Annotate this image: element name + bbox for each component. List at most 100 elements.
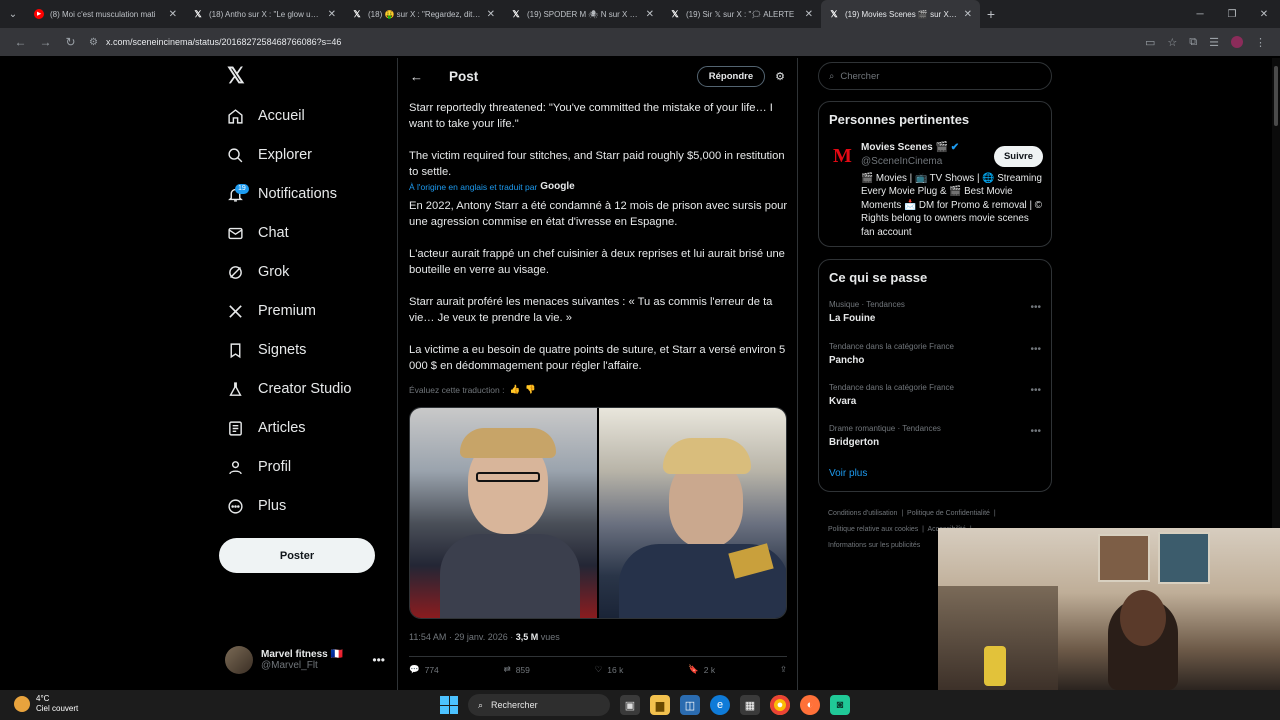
close-icon[interactable]: ✕ bbox=[964, 9, 972, 20]
profile-avatar[interactable] bbox=[1231, 36, 1243, 48]
post-timestamp[interactable]: 11:54 AM · 29 janv. 2026 · bbox=[409, 632, 516, 642]
tab-title: (18) Antho sur X : "Le glow up d bbox=[209, 9, 322, 19]
nav-item-premium[interactable]: Premium bbox=[227, 297, 316, 325]
url-field[interactable]: ⚙ x.com/sceneincinema/status/20168272584… bbox=[89, 31, 1145, 53]
nav-item-grok[interactable]: Grok bbox=[227, 258, 289, 286]
trend-item[interactable]: Musique · Tendances La Fouine ••• bbox=[829, 300, 1043, 324]
repost-action[interactable]: ⇄ 859 bbox=[504, 664, 530, 675]
firefox-icon[interactable]: ◐ bbox=[800, 695, 820, 715]
cast-icon[interactable]: ▭ bbox=[1145, 36, 1155, 49]
close-icon[interactable]: ✕ bbox=[487, 9, 495, 20]
minimize-icon[interactable]: ─ bbox=[1184, 0, 1216, 28]
new-tab-button[interactable]: + bbox=[980, 6, 1002, 22]
back-icon[interactable]: ← bbox=[8, 35, 33, 49]
photo-homelander[interactable] bbox=[599, 408, 786, 618]
browser-tab[interactable]: 𝕏 (18) Antho sur X : "Le glow up d ✕ bbox=[185, 0, 344, 28]
close-icon[interactable]: ✕ bbox=[328, 9, 336, 20]
trend-name: Pancho bbox=[829, 355, 865, 366]
footer-link[interactable]: Politique de Confidentialité bbox=[907, 510, 990, 517]
share-icon[interactable]: ⇪ bbox=[780, 664, 787, 675]
rate-label: Évaluez cette traduction : bbox=[409, 384, 505, 395]
bookmark-action[interactable]: 🔖 2 k bbox=[688, 664, 715, 675]
app-icon[interactable]: ▦ bbox=[740, 695, 760, 715]
nav-item-bookmarks[interactable]: Signets bbox=[227, 336, 306, 364]
browser-tab[interactable]: 𝕏 (18) 🤑 sur X : "Regardez, dites ✕ bbox=[344, 0, 503, 28]
browser-tab[interactable]: ▶ (8) Moi c'est musculation mati ✕ bbox=[26, 0, 185, 28]
nav-item-chat[interactable]: Chat bbox=[227, 219, 289, 247]
trend-item[interactable]: Tendance dans la catégorie France Kvara … bbox=[829, 383, 1043, 407]
tab-search-button[interactable]: ⌄ bbox=[0, 0, 26, 28]
trend-item[interactable]: Tendance dans la catégorie France Pancho… bbox=[829, 342, 1043, 366]
cam-poster bbox=[1158, 532, 1210, 584]
close-icon[interactable]: ✕ bbox=[646, 9, 654, 20]
post-media[interactable] bbox=[409, 407, 787, 619]
nav-item-notifications[interactable]: 19 Notifications bbox=[227, 180, 337, 208]
windows-start-icon[interactable] bbox=[440, 696, 458, 714]
more-dots-icon[interactable]: ••• bbox=[1030, 302, 1041, 313]
trend-item[interactable]: Drame romantique · Tendances Bridgerton … bbox=[829, 424, 1043, 448]
nav-label: Notifications bbox=[258, 186, 337, 202]
reply-action[interactable]: 💬 774 bbox=[409, 664, 439, 675]
photo-hair bbox=[460, 428, 556, 458]
search-input[interactable]: ⌕ Chercher bbox=[818, 62, 1052, 90]
close-icon[interactable]: ✕ bbox=[805, 9, 813, 20]
settings-sliders-icon[interactable]: ⚙ bbox=[775, 70, 785, 83]
more-dots-icon[interactable]: ••• bbox=[1030, 426, 1041, 437]
account-switcher[interactable]: Marvel fitness 🇫🇷 @Marvel_Flt ••• bbox=[225, 644, 385, 676]
relevant-people-card: Personnes pertinentes M Movies Scenes 🎬 … bbox=[818, 101, 1052, 247]
footer-link[interactable]: Conditions d'utilisation bbox=[828, 510, 897, 517]
footer-link[interactable]: Politique relative aux cookies bbox=[828, 526, 918, 533]
like-action[interactable]: ♡ 16 k bbox=[595, 664, 624, 675]
follow-button[interactable]: Suivre bbox=[993, 146, 1043, 167]
tab-title: (19) SPODER M 🕷 N sur X : "Ah bbox=[527, 9, 640, 19]
app-icon[interactable]: ◙ bbox=[830, 695, 850, 715]
site-info-icon[interactable]: ⚙ bbox=[89, 37, 98, 48]
nav-item-more[interactable]: Plus bbox=[227, 492, 286, 520]
file-explorer-icon[interactable]: ▆ bbox=[650, 695, 670, 715]
nav-item-home[interactable]: Accueil bbox=[227, 102, 305, 130]
browser-tab[interactable]: 𝕏 (19) SPODER M 🕷 N sur X : "Ah ✕ bbox=[503, 0, 662, 28]
store-icon[interactable]: ◫ bbox=[680, 695, 700, 715]
webcam-overlay bbox=[938, 528, 1280, 690]
nav-item-articles[interactable]: Articles bbox=[227, 414, 306, 442]
see-more-link[interactable]: Voir plus bbox=[829, 468, 867, 479]
x-logo-icon[interactable]: 𝕏 bbox=[227, 65, 247, 87]
extensions-icon[interactable]: ⧉ bbox=[1189, 36, 1197, 49]
translation-notice[interactable]: À l'origine en anglais et traduit par Go… bbox=[409, 181, 575, 192]
reload-icon[interactable]: ↻ bbox=[58, 35, 83, 49]
thumbs-down-icon[interactable]: 👎 bbox=[525, 384, 536, 395]
nav-item-explore[interactable]: Explorer bbox=[227, 141, 312, 169]
close-icon[interactable]: ✕ bbox=[169, 9, 177, 20]
bookmarks-count: 2 k bbox=[703, 664, 716, 675]
maximize-icon[interactable]: ❐ bbox=[1216, 0, 1248, 28]
browser-tab-active[interactable]: 𝕏 (19) Movies Scenes 🎬 sur X : "S ✕ bbox=[821, 0, 980, 28]
more-dots-icon[interactable]: ••• bbox=[1030, 344, 1041, 355]
browser-menu-icon[interactable]: ⋮ bbox=[1255, 36, 1266, 49]
nav-item-creator-studio[interactable]: Creator Studio bbox=[227, 375, 352, 403]
back-arrow-icon[interactable]: ← bbox=[410, 69, 423, 84]
task-view-icon[interactable]: ▣ bbox=[620, 695, 640, 715]
post-button[interactable]: Poster bbox=[219, 538, 375, 573]
browser-toolbar-icons: ▭ ☆ ⧉ ☰ ⋮ bbox=[1145, 36, 1266, 49]
bookmark-star-icon[interactable]: ☆ bbox=[1167, 36, 1177, 49]
weather-widget[interactable]: 4°C Ciel couvert bbox=[14, 694, 78, 714]
nav-item-profile[interactable]: Profil bbox=[227, 453, 291, 481]
reply-button[interactable]: Répondre bbox=[696, 65, 766, 87]
forward-icon[interactable]: → bbox=[33, 35, 58, 49]
scrollbar-thumb[interactable] bbox=[1274, 66, 1278, 126]
footer-link[interactable]: Informations sur les publicités bbox=[828, 542, 920, 549]
likes-count: 16 k bbox=[607, 664, 624, 675]
chrome-icon[interactable]: ● bbox=[770, 695, 790, 715]
photo-red-carpet[interactable] bbox=[410, 408, 597, 618]
close-window-icon[interactable]: ✕ bbox=[1248, 0, 1280, 28]
photo-glasses bbox=[476, 472, 540, 482]
more-dots-icon[interactable]: ••• bbox=[372, 653, 385, 667]
thumbs-up-icon[interactable]: 👍 bbox=[509, 384, 520, 395]
taskbar-search[interactable]: ⌕ Rechercher bbox=[468, 694, 610, 716]
edge-icon[interactable]: e bbox=[710, 695, 730, 715]
browser-tab[interactable]: 𝕏 (19) Sir 𝕏 sur X : "🗯 ALERTE ✕ bbox=[662, 0, 821, 28]
sidebar-icon[interactable]: ☰ bbox=[1209, 36, 1219, 49]
more-dots-icon[interactable]: ••• bbox=[1030, 385, 1041, 396]
trend-name: Bridgerton bbox=[829, 437, 880, 448]
x-icon: 𝕏 bbox=[830, 8, 838, 19]
